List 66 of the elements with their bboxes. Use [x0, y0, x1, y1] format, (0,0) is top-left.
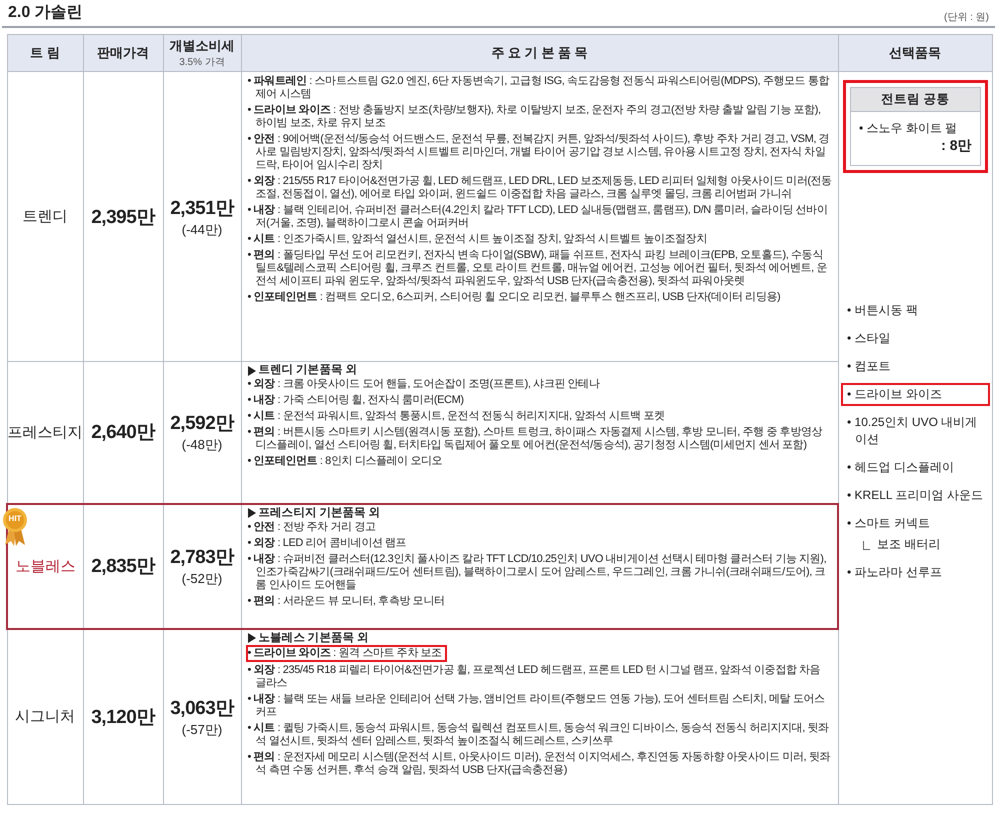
triangle-icon — [248, 508, 256, 518]
option-price: : 8만 — [940, 137, 972, 155]
triangle-icon — [248, 633, 256, 643]
feature-item: • 편의 : 폴딩타입 무선 도어 리모컨키, 전자식 변속 다이얼(SBW), 패들 쉬프트, 전자식 파킹 브레이크(EPB, 오토홀드), 수동식 틸트&텔레스코픽 스티어링 휠, 크루즈 컨트롤, 오토 라이트 컨트롤, 매뉴얼 에어컨, 고성능 에어컨 필터, 뒷좌석 에어벤트, 운전석 세이프티 파워 윈도우, 앞좌석/뒷좌석 파워윈도우, 앞좌석 USB 단자(급속충전용), 뒷좌석 파워아웃렛 — [248, 249, 828, 288]
triangle-icon — [248, 366, 256, 376]
option-item: • 스타일 — [846, 330, 892, 347]
feature-item: • 파워트레인 : 스마트스트림 G2.0 엔진, 6단 자동변속기, 고급형 ISG, 속도감응형 전동식 파워스티어링(MDPS), 주행모드 통합제어 시스템 — [248, 75, 830, 101]
base-features-label: 트렌디 기본품목 외 — [258, 364, 357, 377]
base-features-label: 노블레스 기본품목 외 — [258, 632, 368, 644]
unit-note: (단위 : 원) — [944, 11, 989, 25]
trim-name: 노블레스 — [15, 558, 76, 574]
option-sub-item: 보조 배터리 — [876, 536, 942, 553]
page-title: 2.0 가솔린 — [8, 3, 83, 23]
tax-price: 2,592만 — [170, 412, 234, 436]
trim-name: 트렌디 — [22, 208, 68, 225]
feature-item: • 시트 : 퀼팅 가죽시트, 동승석 파워시트, 동승석 릴렉션 컴포트시트, 동승석 워크인 디바이스, 동승석 전동식 허리지지대, 뒷좌석 열선시트, 뒷좌석 센터 암레스트, 뒷좌석 높이조절식 헤드레스트, 스키쓰루 — [248, 722, 830, 748]
feature-item: • 외장 : 235/45 R18 피렐리 타이어&전면가공 휠, 프로젝션 LED 헤드램프, 프론트 LED 턴 시그널 램프, 앞좌석 이중접합 차음 글라스 — [248, 664, 822, 690]
feature-item: • 편의 : 버튼시동 스마트키 시스템(원격시동 포함), 스마트 트렁크, 하이패스 자동결제 시스템, 후방 모니터, 주행 중 후방영상 디스플레이, 열선 스티어링 휠, 터치타입 독립제어 풀오토 에어컨(운전석/동승석), 공기청정 시스템(미세먼지 센서 포함) — [248, 426, 824, 452]
feature-item: • 내장 : 슈퍼비전 클러스터(12.3인치 풀사이즈 칼라 TFT LCD/10.25인치 UVO 내비게이션 선택시 테마형 클러스터 기능 지원), 인조가죽감싸기(크래쉬패드/도어 센터트림), 블랙하이그로시 도어 암레스트, 우드그레인, 크롬 가니쉬(크래쉬패드/도어), 크롬 인사이드 도어핸들 — [248, 552, 828, 592]
feature-item: • 내장 : 블랙 인테리어, 슈퍼비전 클러스터(4.2인치 칼라 TFT LCD), LED 실내등(맵램프, 룸램프), D/N 룸미러, 슬라이딩 선바이저(거울, 조명), 블랙하이그로시 콘솔 어퍼커버 — [248, 204, 828, 230]
common-options-title: 전트림 공통 — [851, 88, 980, 112]
feature-item: • 안전 : 전방 주차 거리 경고 — [248, 520, 377, 534]
column-header: 판매가격 — [83, 34, 163, 72]
feature-item: • 인포테인먼트 : 컴팩트 오디오, 6스피커, 스티어링 휠 오디오 리모컨, 블루투스 핸즈프리, USB 단자(데이터 리딩용) — [248, 291, 782, 304]
column-header: 주 요 기 본 품 목 — [241, 34, 838, 72]
option-item: • 버튼시동 팩 — [846, 302, 919, 319]
feature-item: • 내장 : 가죽 스티어링 휠, 전자식 룸미러(ECM) — [248, 394, 465, 407]
feature-item: • 드라이브 와이즈 : 원격 스마트 주차 보조 — [248, 646, 445, 660]
base-features-label: 프레스티지 기본품목 외 — [258, 506, 380, 520]
feature-item: • 안전 : 9에어백(운전석/동승석 어드밴스드, 운전석 무릎, 전복감지 커튼, 앞좌석/뒷좌석 사이드), 후방 주차 거리 경고, VSM, 경사로 밀림방지장치, 앞좌석/뒷좌석 시트벨트 리마인더, 개별 타이어 공기압 경보 시스템, 유아용 시트고정 장치, 전자식 차일드락, 타이어 임시수리 장치 — [248, 133, 830, 172]
option-item: • 컴포트 — [846, 358, 892, 375]
feature-item: • 시트 : 인조가죽시트, 앞좌석 열선시트, 운전석 시트 높이조절 장치, 앞좌석 시트벨트 높이조절장치 — [248, 233, 708, 246]
tax-difference: (-44만) — [182, 220, 222, 238]
column-header: 개별소비세 3.5% 가격 — [163, 34, 241, 72]
option-item: • 10.25인치 UVO 내비게이션 — [846, 414, 978, 448]
tax-price: 2,351만 — [170, 196, 234, 220]
tax-price: 3,063만 — [170, 696, 234, 721]
option-item: • 파노라마 선루프 — [846, 564, 943, 581]
tree-branch-icon — [863, 541, 870, 550]
column-header: 선택품목 — [838, 34, 992, 72]
feature-item: • 외장 : LED 리어 콤비네이션 램프 — [248, 536, 408, 550]
option-item: • 헤드업 디스플레이 — [846, 459, 955, 476]
feature-item: • 드라이브 와이즈 : 전방 충돌방지 보조(차량/보행자), 차로 이탈방지 보조, 운전자 주의 경고(전방 차량 출발 알림 기능 포함), 하이빔 보조, 차로 유지 보조 — [248, 104, 822, 130]
feature-item: • 편의 : 서라운드 뷰 모니터, 후측방 모니터 — [248, 594, 446, 608]
feature-item: • 편의 : 운전자세 메모리 시스템(운전석 시트, 아웃사이드 미러), 운전석 이지억세스, 후진연동 자동하향 아웃사이드 미러, 뒷좌석 측면 수동 선커튼, 후석 승객 알림, 뒷좌석 USB 단자(급속충전용) — [248, 750, 832, 776]
trim-name: 프레스티지 — [8, 424, 82, 441]
trim-name: 시그니처 — [15, 708, 75, 726]
price: 2,640만 — [91, 422, 155, 444]
tax-price: 2,783만 — [170, 546, 234, 570]
feature-item: • 내장 : 블랙 또는 새들 브라운 인테리어 선택 가능, 앰비언트 라이트(주행모드 연동 가능), 도어 센터트림 스티치, 메탈 도어스커프 — [248, 692, 826, 718]
option-item: • 스노우 화이트 펄 — [858, 120, 958, 137]
option-item: • KRELL 프리미엄 사운드 — [846, 487, 984, 504]
feature-item: • 외장 : 215/55 R17 타이어&전면가공 휠, LED 헤드램프, LED DRL, LED 보조제동등, LED 리피터 일체형 아웃사이드 미러(전동조절, 전동접이, 열선), 에어로 타입 와이퍼, 윈드쉴드 이중접합 차음 글라스, 크롬 실루엣 몰딩, 크롬 리어범퍼 가니쉬 — [248, 175, 833, 201]
tax-difference: (-48만) — [182, 436, 222, 454]
price: 2,835만 — [91, 556, 155, 577]
tax-difference: (-57만) — [182, 720, 222, 739]
price: 2,395만 — [91, 206, 155, 228]
feature-item: • 시트 : 운전석 파워시트, 앞좌석 통풍시트, 운전석 전동식 허리지지대, 앞좌석 시트백 포켓 — [248, 410, 666, 423]
feature-item: • 인포테인먼트 : 8인치 디스플레이 오디오 — [248, 455, 444, 468]
tax-difference: (-52만) — [182, 570, 222, 588]
option-item: • 드라이브 와이즈 — [843, 385, 988, 404]
column-header: 트 림 — [7, 34, 83, 72]
option-item: • 스마트 커넥트 — [846, 515, 931, 532]
hit-badge: HIT — [0, 506, 30, 546]
price: 3,120만 — [91, 706, 155, 728]
feature-item: • 외장 : 크롬 아웃사이드 도어 핸들, 도어손잡이 조명(프론트), 샤크핀 안테나 — [248, 378, 601, 391]
